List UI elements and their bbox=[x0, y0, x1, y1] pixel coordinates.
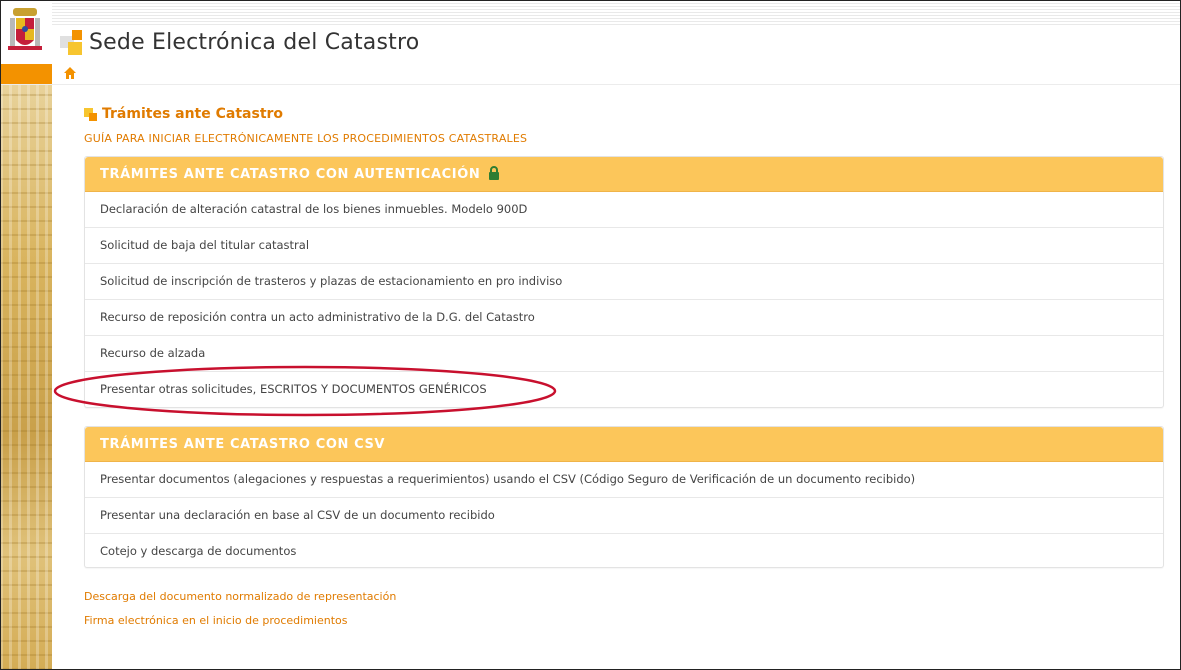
list-item[interactable]: Recurso de reposición contra un acto adm… bbox=[85, 300, 1163, 336]
list-item[interactable]: Presentar una declaración en base al CSV… bbox=[85, 498, 1163, 534]
list-item[interactable]: Recurso de alzada bbox=[85, 336, 1163, 372]
panel-authenticated-procedures: TRÁMITES ANTE CATASTRO CON AUTENTICACIÓN… bbox=[84, 156, 1164, 408]
list-item-label: Presentar documentos (alegaciones y resp… bbox=[100, 472, 916, 486]
panel-header: TRÁMITES ANTE CATASTRO CON AUTENTICACIÓN bbox=[85, 157, 1163, 192]
list-item[interactable]: Declaración de alteración catastral de l… bbox=[85, 192, 1163, 228]
section-square-icon bbox=[84, 108, 97, 121]
catastro-logo-icon bbox=[58, 30, 86, 56]
list-item-label: Presentar una declaración en base al CSV… bbox=[100, 508, 495, 522]
decorative-side-image bbox=[0, 85, 52, 670]
page-title: Trámites ante Catastro bbox=[102, 106, 284, 122]
panel-header: TRÁMITES ANTE CATASTRO CON CSV bbox=[85, 427, 1163, 462]
list-item-label: Recurso de alzada bbox=[100, 346, 206, 360]
list-item-label: Solicitud de inscripción de trasteros y … bbox=[100, 274, 563, 288]
nav-accent bbox=[0, 64, 52, 84]
panel-title: TRÁMITES ANTE CATASTRO CON AUTENTICACIÓN bbox=[100, 167, 481, 182]
list-item-label: Declaración de alteración catastral de l… bbox=[100, 202, 528, 216]
list-item[interactable]: Cotejo y descarga de documentos bbox=[85, 534, 1163, 569]
list-item[interactable]: Solicitud de baja del titular catastral bbox=[85, 228, 1163, 264]
list-item-label: Cotejo y descarga de documentos bbox=[100, 544, 297, 558]
list-item-label: Recurso de reposición contra un acto adm… bbox=[100, 310, 535, 324]
list-item[interactable]: Presentar otras solicitudes, ESCRITOS Y … bbox=[85, 372, 1163, 407]
site-title: Sede Electrónica del Catastro bbox=[89, 30, 420, 55]
nav-bar bbox=[0, 64, 1181, 85]
site-header: Sede Electrónica del Catastro bbox=[0, 0, 1181, 65]
list-item[interactable]: Solicitud de inscripción de trasteros y … bbox=[85, 264, 1163, 300]
electronic-signature-link[interactable]: Firma electrónica en el inicio de proced… bbox=[84, 614, 348, 627]
list-item[interactable]: Presentar documentos (alegaciones y resp… bbox=[85, 462, 1163, 498]
coat-of-arms-icon bbox=[8, 8, 42, 50]
list-item-label: Presentar otras solicitudes, ESCRITOS Y … bbox=[100, 382, 487, 396]
lock-icon bbox=[489, 166, 499, 180]
panel-csv-procedures: TRÁMITES ANTE CATASTRO CON CSV Presentar… bbox=[84, 426, 1164, 568]
guide-link[interactable]: GUÍA PARA INICIAR ELECTRÓNICAMENTE LOS P… bbox=[84, 132, 527, 145]
list-item-label: Solicitud de baja del titular catastral bbox=[100, 238, 310, 252]
home-icon[interactable] bbox=[64, 67, 76, 80]
header-stripes bbox=[52, 1, 1181, 25]
panel-title: TRÁMITES ANTE CATASTRO CON CSV bbox=[100, 437, 386, 452]
download-document-link[interactable]: Descarga del documento normalizado de re… bbox=[84, 590, 396, 603]
